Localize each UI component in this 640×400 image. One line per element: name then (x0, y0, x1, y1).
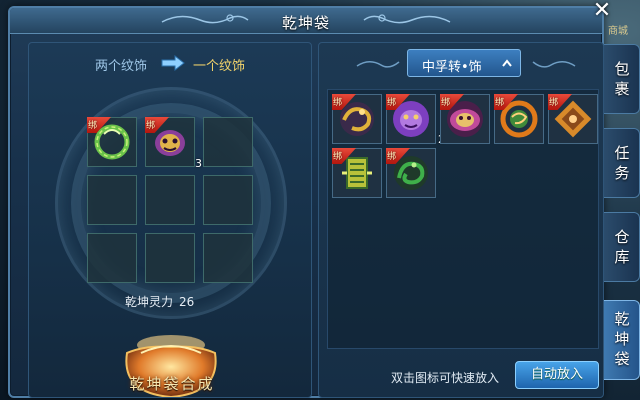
item-count: 3 (195, 157, 202, 170)
auto-place-button[interactable]: 自动放入 (515, 361, 599, 389)
synthesis-slot[interactable] (203, 175, 253, 225)
bind-badge: 绑 (386, 94, 410, 110)
inventory-panel: 中孚转•饰 绑 绑 绑 绑 绑 绑 绑 双击图标可快速放入 自动放入 (318, 42, 604, 398)
bind-badge: 绑 (494, 94, 518, 110)
spirit-power-label: 乾坤灵力 (125, 295, 174, 309)
shop-label[interactable]: 商城 (608, 22, 628, 37)
inventory-slot[interactable]: 绑 (386, 148, 436, 198)
spirit-power-value: 26 (179, 295, 195, 309)
synthesis-slot[interactable] (145, 233, 195, 283)
synthesis-slot[interactable] (87, 233, 137, 283)
quick-place-hint: 双击图标可快速放入 (391, 371, 500, 385)
close-icon[interactable]: ✕ (590, 0, 614, 24)
synthesis-slot[interactable]: 绑 (87, 117, 137, 167)
inventory-slot[interactable]: 绑 (548, 94, 598, 144)
convert-from-label: 两个纹饰 (95, 59, 148, 74)
category-filter-dropdown[interactable]: 中孚转•饰 (407, 49, 521, 77)
convert-to-label: 一个纹饰 (193, 59, 246, 74)
inventory-slot[interactable]: 绑 (332, 94, 382, 144)
window-title: 乾坤袋 (281, 14, 330, 32)
tab-bag-label: 包 裹 (614, 60, 630, 98)
bind-badge: 绑 (332, 94, 356, 110)
tab-bag[interactable]: 包 裹 (604, 44, 640, 114)
green-dragon-ring-icon (94, 124, 130, 160)
synthesis-slot[interactable] (203, 117, 253, 167)
bind-badge: 绑 (386, 148, 410, 164)
qiankun-bag-window: 乾坤袋 两个纹饰 一个纹饰 绑 绑 3 乾坤灵力 26 乾坤袋合成 中孚转•饰 … (8, 6, 604, 398)
synthesis-slot[interactable] (87, 175, 137, 225)
bind-badge: 绑 (440, 94, 464, 110)
cloud-ornament-icon (532, 61, 576, 68)
tab-warehouse[interactable]: 仓 库 (604, 212, 640, 282)
bag-synthesis-button[interactable]: 乾坤袋合成 (107, 373, 237, 394)
synthesis-panel: 两个纹饰 一个纹饰 绑 绑 3 乾坤灵力 26 乾坤袋合成 (28, 42, 312, 398)
category-filter-label: 中孚转•饰 (422, 60, 482, 75)
arrow-right-icon (161, 55, 185, 71)
synthesis-slot[interactable] (203, 233, 253, 283)
inventory-slot[interactable]: 绑 (332, 148, 382, 198)
purple-beast-mask-icon (155, 130, 185, 156)
tab-qiankun-bag-label: 乾 坤 袋 (614, 310, 630, 368)
bind-badge: 绑 (548, 94, 572, 110)
tab-quests[interactable]: 任 务 (604, 128, 640, 198)
tab-warehouse-label: 仓 库 (614, 228, 630, 266)
bind-badge: 绑 (332, 148, 356, 164)
inventory-slot[interactable]: 绑 2 (386, 94, 445, 146)
inventory-slot[interactable]: 绑 (440, 94, 490, 144)
synthesis-slot[interactable]: 绑 3 (145, 117, 202, 170)
inventory-slot[interactable]: 绑 (494, 94, 544, 144)
inventory-grid: 绑 绑 2 绑 (327, 89, 599, 349)
spirit-power: 乾坤灵力 26 (125, 293, 194, 310)
cloud-ornament-icon (356, 61, 400, 68)
tab-quests-label: 任 务 (614, 144, 630, 182)
tab-qiankun-bag[interactable]: 乾 坤 袋 (604, 300, 640, 380)
cloud-ornament-icon (363, 14, 451, 24)
synthesis-slot[interactable] (145, 175, 195, 225)
title-bar: 乾坤袋 (10, 8, 602, 34)
chevron-up-icon (502, 59, 512, 67)
